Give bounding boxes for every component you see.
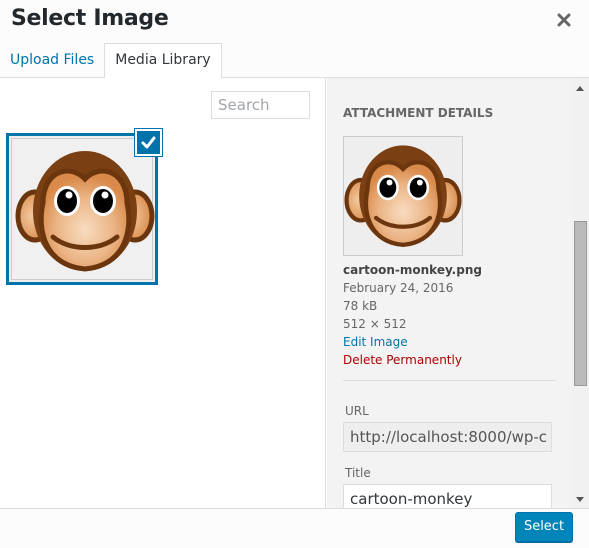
modal-header: Select Image Upload Files Media Library (0, 0, 589, 79)
title-label: Title (345, 466, 371, 480)
divider (343, 380, 556, 381)
attachment-details-panel: Attachment Details cartoon-monkey.png Fe… (327, 78, 589, 508)
selected-check-button[interactable] (135, 129, 162, 156)
tab-media-library[interactable]: Media Library (104, 43, 222, 79)
scroll-up-arrow-icon[interactable] (576, 86, 584, 91)
edit-image-link[interactable]: Edit Image (343, 333, 482, 351)
select-button[interactable]: Select (515, 512, 573, 542)
tab-upload-files[interactable]: Upload Files (0, 43, 104, 79)
tab-bar: Upload Files Media Library (0, 43, 222, 79)
scroll-down-arrow-icon[interactable] (576, 497, 584, 502)
url-label: URL (345, 404, 369, 418)
delete-permanently-link[interactable]: Delete Permanently (343, 351, 482, 369)
upload-date: February 24, 2016 (343, 281, 454, 295)
modal-content: Attachment Details cartoon-monkey.png Fe… (0, 78, 589, 508)
modal-title: Select Image (11, 6, 169, 31)
monkey-image (344, 137, 462, 255)
checkmark-icon (141, 136, 156, 149)
title-field[interactable]: cartoon-monkey (343, 484, 552, 508)
dimensions: 512 × 512 (343, 317, 407, 331)
file-size: 78 kB (343, 299, 378, 313)
sidebar-scrollbar[interactable] (572, 78, 589, 508)
file-meta: cartoon-monkey.png February 24, 2016 78 … (343, 261, 482, 369)
close-icon (557, 13, 571, 27)
attachment-thumbnail (11, 138, 153, 280)
close-button[interactable] (552, 8, 576, 32)
attachment-details-heading: Attachment Details (343, 106, 494, 120)
file-name: cartoon-monkey.png (343, 263, 482, 277)
attachments-browser (0, 78, 326, 508)
search-input[interactable] (211, 91, 310, 119)
scrollbar-handle[interactable] (574, 221, 587, 386)
modal-footer: Select (0, 508, 589, 548)
url-field[interactable]: http://localhost:8000/wp-c (343, 422, 552, 452)
monkey-image (15, 141, 155, 281)
details-thumbnail (343, 136, 463, 256)
